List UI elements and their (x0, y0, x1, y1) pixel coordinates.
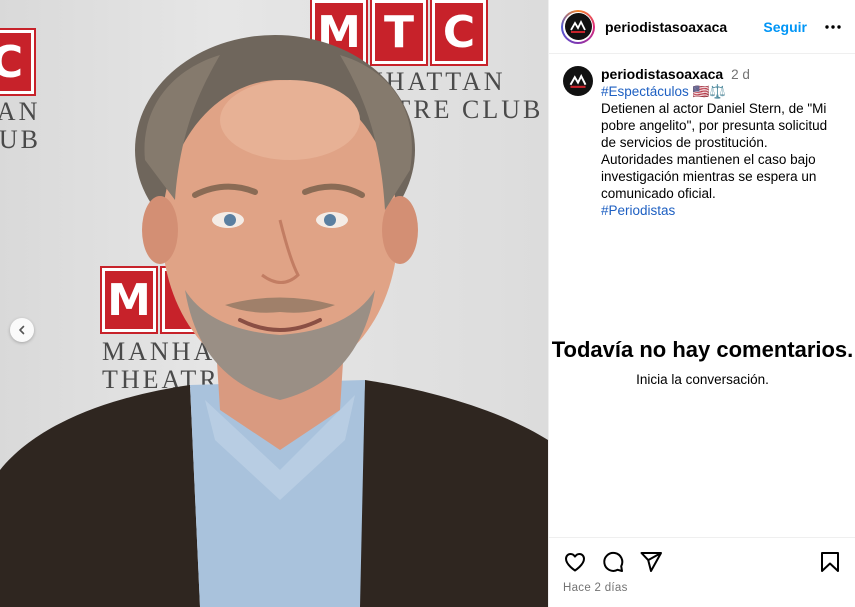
previous-image-button[interactable] (10, 318, 34, 342)
comment-button[interactable] (601, 550, 625, 574)
brand-logo-icon (570, 19, 586, 33)
header-username[interactable]: periodistasoaxaca (605, 19, 727, 35)
brand-logo-icon (569, 73, 587, 88)
heart-icon (565, 553, 585, 572)
empty-comments-subtitle: Inicia la conversación. (636, 372, 769, 387)
bookmark-icon (821, 552, 839, 572)
empty-comments-title: Todavía no hay comentarios. (551, 337, 854, 362)
hashtag-link[interactable]: #Espectáculos (601, 84, 689, 99)
caption-text: Detienen al actor Daniel Stern, de "Mi p… (601, 101, 828, 201)
post-timestamp[interactable]: Hace 2 días (563, 582, 842, 594)
caption-avatar[interactable] (563, 66, 593, 96)
post-media[interactable]: M T C MANHATTAN THEATRE CLUB C TAN LUB M… (0, 0, 548, 607)
like-button[interactable] (563, 550, 587, 574)
caption-username[interactable]: periodistasoaxaca (601, 66, 723, 83)
more-options-button[interactable] (825, 24, 841, 29)
empty-comments: Todavía no hay comentarios. Inicia la co… (549, 336, 855, 387)
share-icon (640, 552, 662, 572)
person-photo (0, 35, 548, 607)
chevron-left-icon (19, 325, 25, 335)
follow-button[interactable]: Seguir (763, 19, 807, 35)
save-button[interactable] (818, 550, 842, 574)
post-caption: periodistasoaxaca 2 d #Espectáculos 🇺🇸⚖️… (549, 54, 855, 219)
hashtag-link[interactable]: #Periodistas (601, 203, 675, 218)
action-bar: Hace 2 días (549, 537, 855, 607)
more-horizontal-icon (825, 24, 841, 29)
caption-time[interactable]: 2 d (731, 66, 750, 83)
comment-icon (603, 551, 624, 572)
post-header: periodistasoaxaca Seguir (549, 0, 855, 54)
avatar[interactable] (561, 9, 595, 44)
post-sidebar: periodistasoaxaca Seguir periodistasoaxa… (548, 0, 855, 607)
share-button[interactable] (639, 550, 663, 574)
caption-emoji: 🇺🇸⚖️ (692, 84, 727, 99)
